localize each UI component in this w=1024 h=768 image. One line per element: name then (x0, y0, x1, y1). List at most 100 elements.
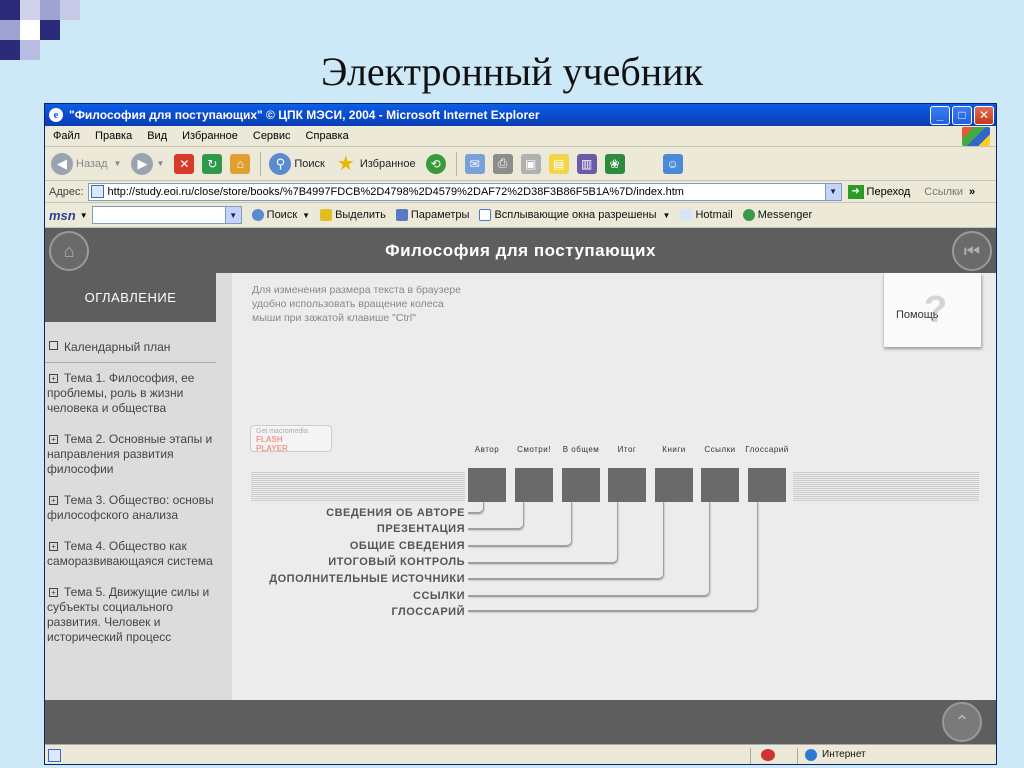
nav-label-author[interactable]: СВЕДЕНИЯ ОБ АВТОРЕ (326, 507, 465, 519)
history-icon[interactable]: ⟲ (425, 153, 446, 174)
status-separator (797, 748, 798, 764)
flash-player-badge[interactable]: Get macromedia FLASH PLAYER (250, 425, 332, 453)
toc-header: ОГЛАВЛЕНИЕ (45, 273, 216, 322)
nav-glossary-button[interactable] (748, 468, 786, 502)
menu-tools[interactable]: Сервис (253, 130, 291, 142)
toc-item[interactable]: + Тема 1. Философия, ее проблемы, роль в … (45, 371, 232, 416)
hotmail-button[interactable]: Hotmail (680, 209, 733, 221)
go-button[interactable]: ➜ Переход (847, 184, 910, 199)
contacts-icon[interactable]: ☺ (662, 153, 683, 174)
security-zone: Интернет (822, 749, 866, 760)
address-dropdown[interactable]: ▼ (824, 183, 841, 200)
expand-icon: + (49, 435, 58, 444)
edit-icon[interactable]: ▣ (520, 153, 541, 174)
status-bar: Интернет (45, 744, 996, 764)
stripes-left (251, 471, 465, 501)
msn-search-input[interactable]: ▼ (91, 206, 242, 224)
messenger-icon (742, 209, 755, 221)
toc-item[interactable]: + Тема 2. Основные этапы и направления ра… (45, 432, 232, 477)
page-icon (48, 749, 61, 762)
windows-flag-icon (962, 127, 990, 146)
nav-label-links[interactable]: ССЫЛКИ (413, 590, 465, 602)
nav-label-presentation[interactable]: ПРЕЗЕНТАЦИЯ (377, 523, 465, 535)
nav-col-glossary: Глоссарий (745, 445, 789, 454)
menu-file[interactable]: Файл (53, 130, 80, 142)
favorites-button[interactable]: ★ Избранное (335, 153, 416, 175)
nav-look-button[interactable] (515, 468, 553, 502)
maximize-button[interactable]: □ (952, 105, 972, 125)
page-icon (90, 185, 104, 198)
page-title: Философия для поступающих (385, 240, 656, 260)
nav-label-general[interactable]: ОБЩИЕ СВЕДЕНИЯ (350, 540, 465, 552)
page-header: ⌂ Философия для поступающих ⏮ (45, 228, 996, 273)
toc-item[interactable]: + Тема 4. Общество как саморазвивающаяся … (45, 539, 232, 569)
connector-line (468, 502, 758, 612)
help-button[interactable]: ? Помощь (883, 273, 981, 347)
ie-icon: e (49, 108, 63, 122)
popups-button[interactable]: Всплывающие окна разрешены ▼ (479, 209, 670, 221)
nav-label-glossary[interactable]: ГЛОССАРИЙ (392, 606, 465, 618)
research-icon[interactable]: ▥ (576, 153, 597, 174)
page-content: ⌂ Философия для поступающих ⏮ ОГЛАВЛЕНИЕ… (45, 228, 996, 744)
nav-general-button[interactable] (562, 468, 600, 502)
slide-title: Электронный учебник (320, 49, 704, 94)
refresh-icon[interactable]: ↻ (202, 153, 223, 174)
browser-window: e "Философия для поступающих" © ЦПК МЭСИ… (44, 103, 997, 765)
menu-help[interactable]: Справка (306, 130, 349, 142)
status-separator (750, 748, 751, 764)
toc-item[interactable]: Календарный план (45, 340, 216, 363)
nav-label-sources[interactable]: ДОПОЛНИТЕЛЬНЫЕ ИСТОЧНИКИ (269, 573, 465, 585)
first-page-button[interactable]: ⏮ (952, 231, 992, 271)
nav-col-look: Смотри! (517, 445, 551, 454)
menu-favorites[interactable]: Избранное (182, 130, 238, 142)
forward-button[interactable]: ▶ ▼ (131, 152, 164, 175)
popup-blocked-icon[interactable] (761, 749, 775, 761)
links-button[interactable]: Ссылки (924, 186, 963, 198)
print-icon[interactable]: ⎙ (492, 153, 513, 174)
msn-search-dropdown[interactable]: ▼ (224, 207, 241, 223)
msn-logo: msn (49, 207, 76, 223)
back-button[interactable]: ◀ Назад ▼ (51, 152, 121, 175)
popup-icon (479, 209, 492, 221)
chevron-icon[interactable]: » (969, 186, 975, 198)
messenger-icon[interactable]: ❀ (604, 153, 625, 174)
nav-books-button[interactable] (655, 468, 693, 502)
search-icon: ⚲ (269, 152, 292, 175)
expand-icon: + (49, 542, 58, 551)
nav-col-author: Автор (474, 445, 500, 454)
nav-result-button[interactable] (608, 468, 646, 502)
collapsed-icon (49, 341, 58, 350)
address-label: Адрес: (49, 185, 84, 198)
home-button[interactable]: ⌂ (49, 231, 89, 271)
minimize-button[interactable]: _ (930, 105, 950, 125)
nav-col-result: Итог (617, 445, 637, 454)
params-icon (395, 209, 408, 221)
mail-icon[interactable]: ✉ (464, 153, 485, 174)
address-input[interactable]: http://study.eoi.ru/close/store/books/%7… (87, 182, 842, 201)
window-title: "Философия для поступающих" © ЦПК МЭСИ, … (69, 108, 540, 122)
scroll-up-button[interactable]: ⌃ (942, 702, 982, 742)
nav-label-final-test[interactable]: ИТОГОВЫЙ КОНТРОЛЬ (328, 556, 465, 568)
star-icon: ★ (336, 153, 355, 175)
nav-links-button[interactable] (701, 468, 739, 502)
home-icon[interactable]: ⌂ (230, 153, 251, 174)
menu-view[interactable]: Вид (147, 130, 167, 142)
expand-icon: + (49, 496, 58, 505)
stop-icon[interactable]: ✕ (174, 153, 195, 174)
address-url: http://study.eoi.ru/close/store/books/%7… (107, 185, 684, 198)
params-button[interactable]: Параметры (395, 209, 469, 221)
search-button[interactable]: ⚲ Поиск (269, 152, 325, 175)
msn-toolbar: msn ▼ ▼ Поиск ▼ Выделить Параметры Всплыв… (45, 203, 996, 228)
stripes-right (793, 471, 979, 501)
toc-item[interactable]: + Тема 5. Движущие силы и субъекты социал… (45, 585, 232, 645)
nav-author-button[interactable] (468, 468, 506, 502)
address-bar: Адрес: http://study.eoi.ru/close/store/b… (45, 181, 996, 203)
toc-item[interactable]: + Тема 3. Общество: основы философского а… (45, 493, 232, 523)
discuss-icon[interactable]: ▤ (548, 153, 569, 174)
nav-col-general: В общем (562, 445, 600, 454)
msn-search-button[interactable]: Поиск ▼ (251, 209, 310, 221)
close-button[interactable]: ✕ (974, 105, 994, 125)
menu-edit[interactable]: Правка (95, 130, 132, 142)
messenger-button[interactable]: Messenger (742, 209, 812, 221)
highlight-button[interactable]: Выделить (320, 209, 386, 221)
